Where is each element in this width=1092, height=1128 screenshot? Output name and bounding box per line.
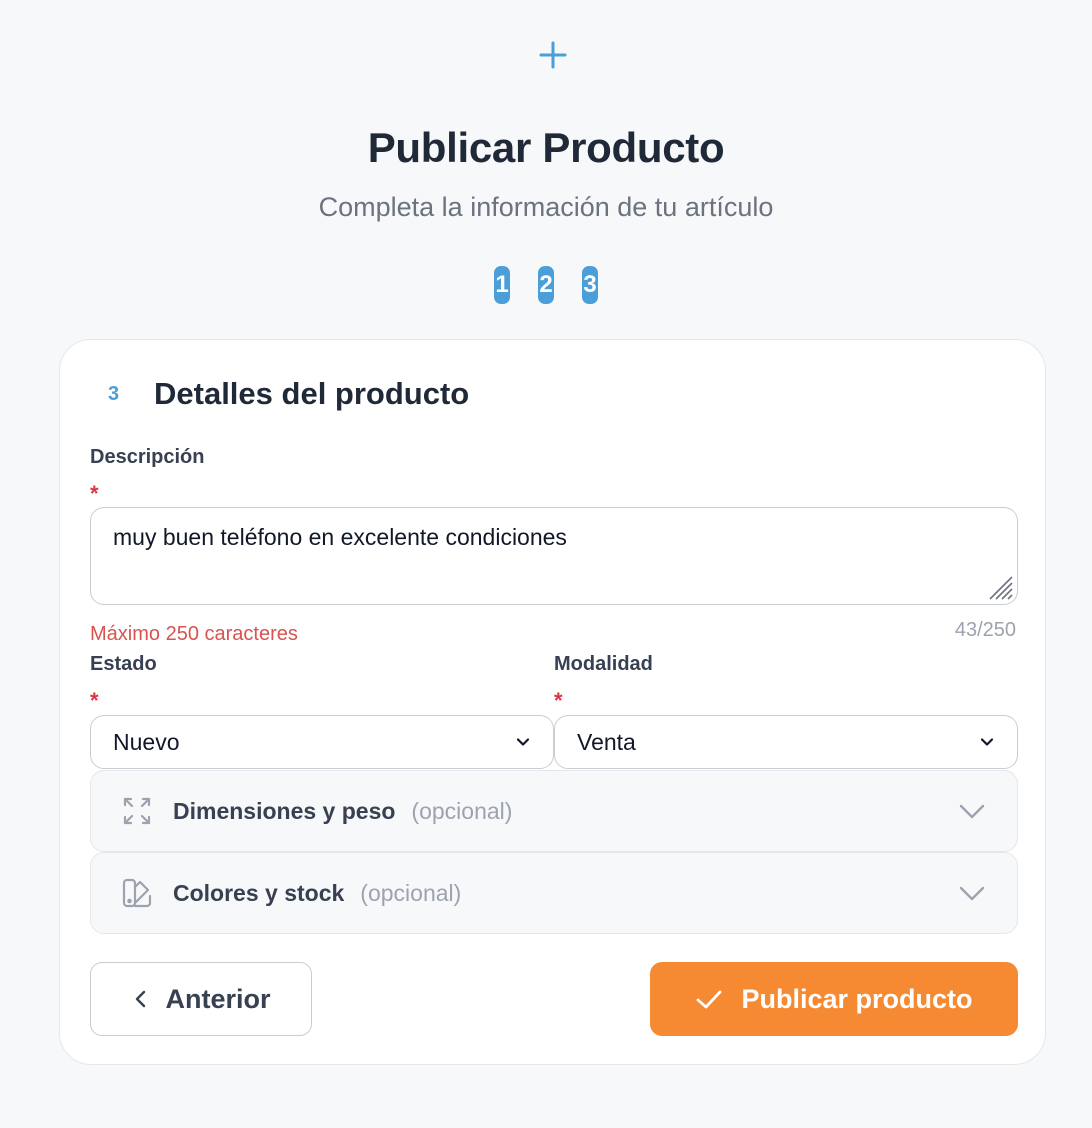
modalidad-label: Modalidad (554, 653, 653, 675)
modalidad-select[interactable]: Venta (554, 715, 1018, 769)
swatch-icon (122, 878, 152, 908)
page-subtitle: Completa la información de tu artículo (318, 192, 774, 222)
product-details-card: 3 Detalles del producto Descripción * mu… (59, 339, 1046, 1065)
check-icon (697, 990, 722, 1009)
accordion-colors-title: Colores y stock (173, 879, 345, 906)
accordion-colors-optional: (opcional) (360, 879, 462, 906)
chevron-down-icon[interactable] (957, 878, 987, 908)
step-1[interactable]: 1 (494, 266, 510, 304)
section-title: Detalles del producto (154, 376, 470, 411)
description-value: muy buen teléfono en excelente condicion… (113, 524, 567, 550)
estado-label: Estado (90, 653, 157, 675)
step-3[interactable]: 3 (582, 266, 598, 304)
section-header: 3 Detalles del producto (108, 376, 469, 412)
chevron-left-icon (136, 990, 146, 1008)
description-label: Descripción (90, 446, 205, 468)
estado-required-marker: * (90, 688, 99, 713)
section-number: 3 (108, 382, 120, 405)
description-textarea[interactable]: muy buen teléfono en excelente condicion… (90, 507, 1018, 605)
accordion-colors-stock[interactable]: Colores y stock (opcional) (90, 852, 1018, 934)
estado-select[interactable]: Nuevo (90, 715, 554, 769)
previous-button[interactable]: Anterior (90, 962, 312, 1036)
publish-button-label: Publicar producto (741, 983, 973, 1014)
previous-button-label: Anterior (165, 983, 271, 1014)
resize-handle-icon[interactable] (984, 571, 1014, 601)
plus-icon (539, 41, 567, 69)
description-required-marker: * (90, 481, 99, 506)
chevron-down-icon (516, 738, 530, 746)
estado-selected-value: Nuevo (113, 728, 180, 755)
expand-icon (123, 797, 151, 825)
chevron-down-icon (980, 738, 994, 746)
accordion-dimensions-optional: (opcional) (411, 797, 513, 824)
publish-button[interactable]: Publicar producto (650, 962, 1018, 1036)
description-char-count: 43/250 (954, 619, 1016, 641)
step-2[interactable]: 2 (538, 266, 554, 304)
accordion-dimensions[interactable]: Dimensiones y peso (opcional) (90, 770, 1018, 852)
page-title: Publicar Producto (367, 124, 725, 171)
description-error: Máximo 250 caracteres (90, 623, 298, 645)
modalidad-required-marker: * (554, 688, 563, 713)
chevron-down-icon[interactable] (957, 796, 987, 826)
step-indicator: 1 2 3 (0, 266, 1092, 304)
accordion-dimensions-title: Dimensiones y peso (173, 797, 396, 824)
modalidad-selected-value: Venta (577, 728, 636, 755)
